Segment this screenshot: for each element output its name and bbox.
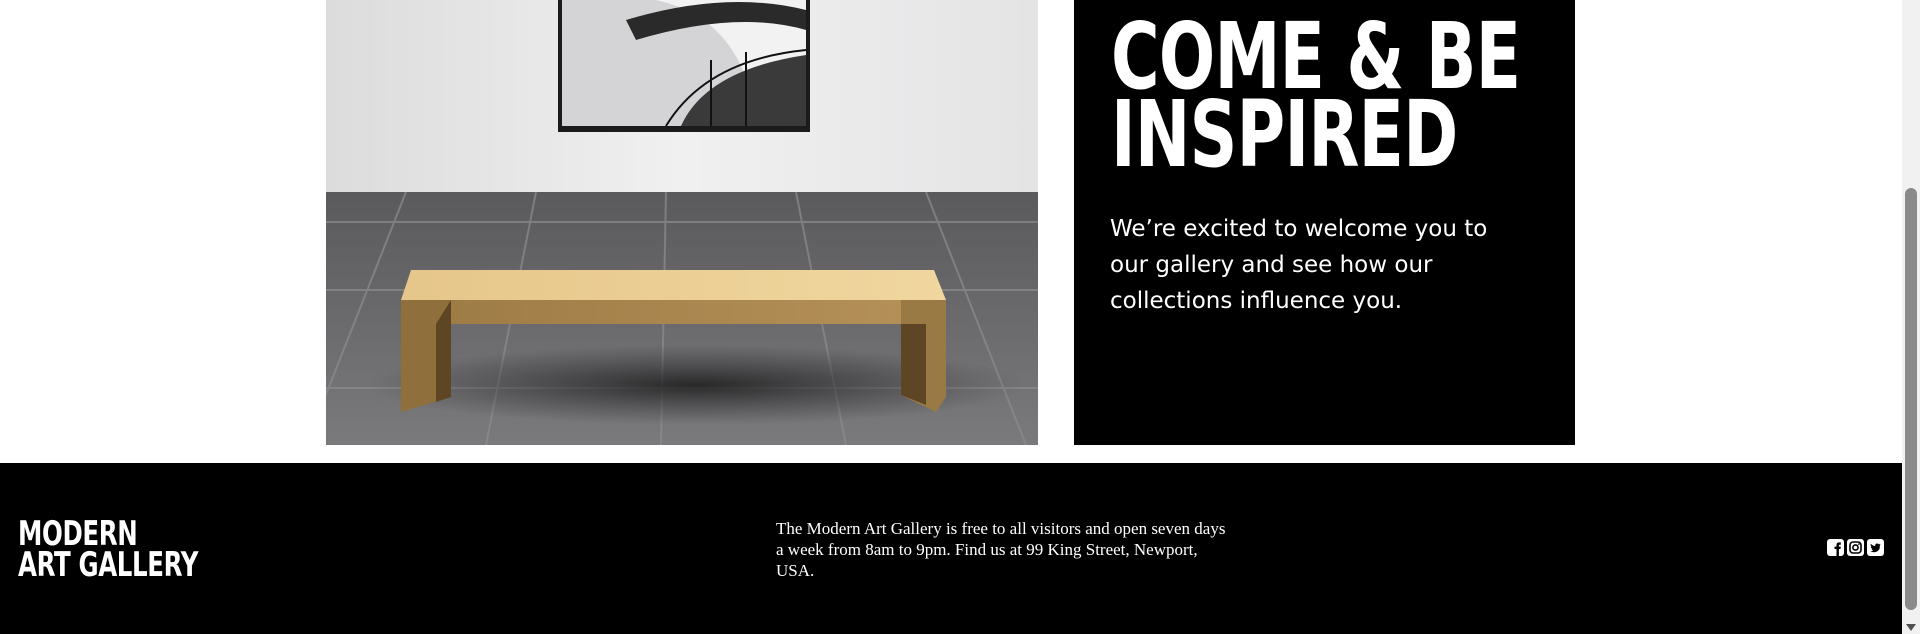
scroll-down-arrow-icon[interactable] — [1906, 624, 1916, 631]
instagram-icon[interactable] — [1847, 539, 1864, 556]
twitter-icon[interactable] — [1867, 539, 1884, 556]
facebook-icon[interactable] — [1827, 539, 1844, 556]
site-footer: MODERN ART GALLERY The Modern Art Galler… — [0, 463, 1902, 634]
promo-heading: COME & BE INSPIRED — [1111, 11, 1521, 188]
footer-logo-line-2: ART GALLERY — [18, 545, 199, 585]
footer-info-text: The Modern Art Gallery is free to all vi… — [776, 519, 1226, 580]
gallery-bench-photo — [326, 0, 1038, 445]
promo-description: We’re excited to welcome you to our gall… — [1110, 216, 1488, 314]
page-scrollbar[interactable] — [1902, 0, 1920, 634]
social-links — [1827, 539, 1884, 556]
scrollbar-thumb[interactable] — [1905, 188, 1917, 610]
footer-logo[interactable]: MODERN ART GALLERY — [18, 517, 199, 585]
promo-card: COME & BE INSPIRED We’re excited to welc… — [1074, 0, 1575, 445]
promo-heading-line-2: INSPIRED — [1111, 81, 1458, 188]
